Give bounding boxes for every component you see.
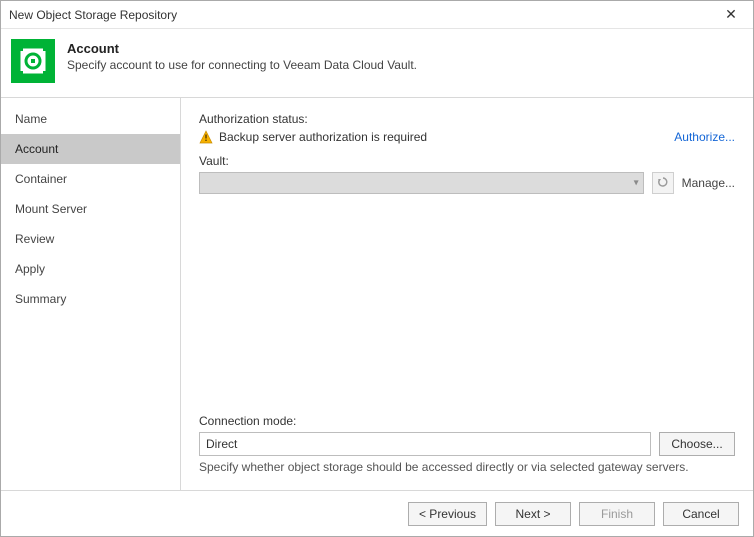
connection-mode-row: Direct Choose... [199,432,735,456]
header-title: Account [67,41,417,56]
sidebar-item-summary[interactable]: Summary [1,284,180,314]
connection-mode-value: Direct [206,437,237,451]
wizard-sidebar: Name Account Container Mount Server Revi… [1,98,181,490]
sidebar-item-container[interactable]: Container [1,164,180,194]
sidebar-item-name[interactable]: Name [1,104,180,134]
chevron-down-icon: ▾ [634,178,639,189]
next-button[interactable]: Next > [495,502,571,526]
manage-link[interactable]: Manage... [682,176,735,190]
repository-icon [11,39,55,83]
title-bar: New Object Storage Repository ✕ [1,1,753,29]
auth-status-row: Backup server authorization is required … [199,130,735,144]
refresh-icon [657,176,669,191]
footer: < Previous Next > Finish Cancel [1,490,753,536]
cancel-button[interactable]: Cancel [663,502,739,526]
close-icon: ✕ [725,6,737,23]
vault-label: Vault: [199,154,735,168]
close-button[interactable]: ✕ [717,3,745,27]
header-subtitle: Specify account to use for connecting to… [67,58,417,72]
authorize-link[interactable]: Authorize... [674,130,735,144]
connection-mode-label: Connection mode: [199,414,735,428]
previous-button[interactable]: < Previous [408,502,487,526]
sidebar-item-review[interactable]: Review [1,224,180,254]
sidebar-item-apply[interactable]: Apply [1,254,180,284]
window-title: New Object Storage Repository [9,8,717,22]
auth-status-message: Backup server authorization is required [219,130,668,144]
header: Account Specify account to use for conne… [1,29,753,98]
sidebar-item-mount-server[interactable]: Mount Server [1,194,180,224]
finish-button: Finish [579,502,655,526]
vault-row: ▾ Manage... [199,172,735,194]
sidebar-item-account[interactable]: Account [1,134,180,164]
choose-button[interactable]: Choose... [659,432,735,456]
header-text: Account Specify account to use for conne… [67,39,417,72]
auth-status-label: Authorization status: [199,112,735,126]
connection-mode-field: Direct [199,432,651,456]
warning-icon [199,130,213,144]
main-panel: Authorization status: Backup server auth… [181,98,753,490]
refresh-button[interactable] [652,172,674,194]
connection-help-text: Specify whether object storage should be… [199,460,735,474]
vault-dropdown[interactable]: ▾ [199,172,644,194]
body: Name Account Container Mount Server Revi… [1,98,753,490]
